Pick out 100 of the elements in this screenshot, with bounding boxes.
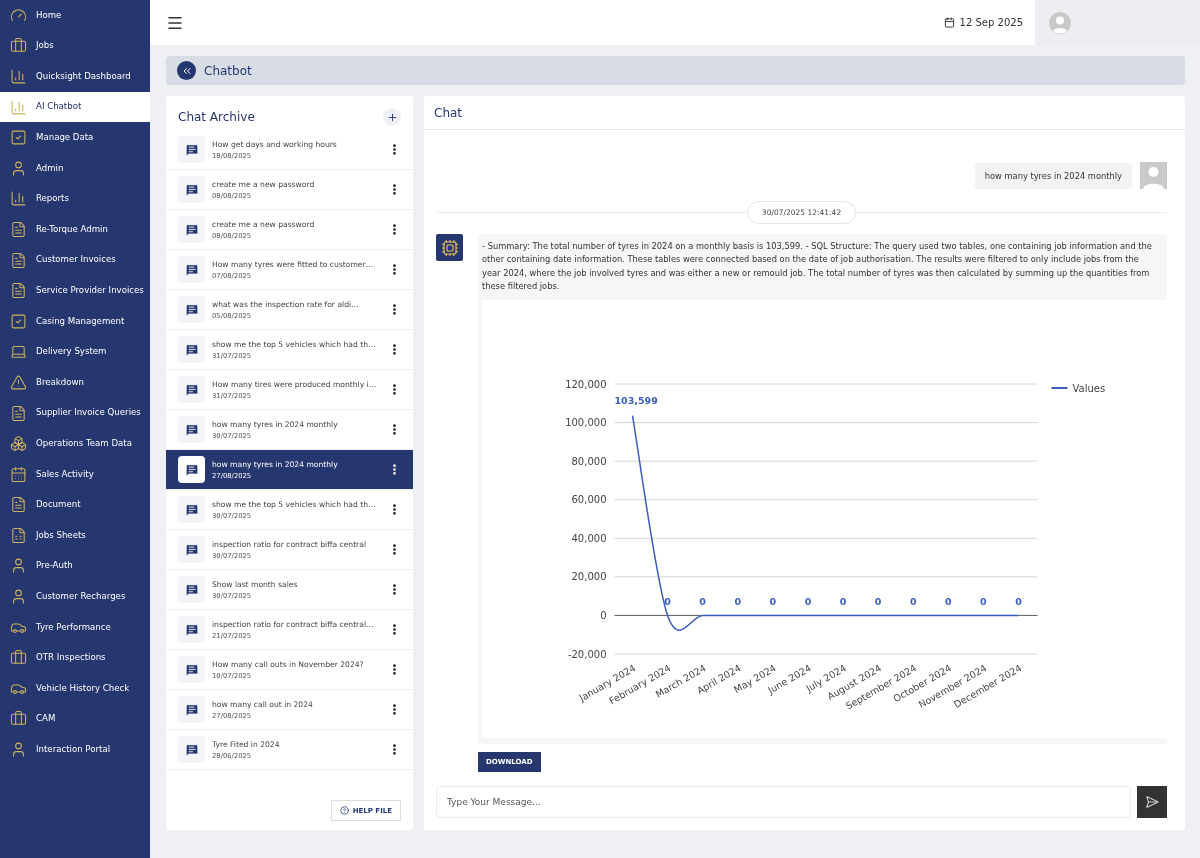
message-icon xyxy=(184,622,199,637)
data-label: 0 xyxy=(699,596,706,608)
sidebar-item[interactable]: Supplier Invoice Queries xyxy=(0,397,150,429)
message-icon xyxy=(184,302,199,317)
sidebar-item[interactable]: Pre-Auth xyxy=(0,550,150,582)
message-icon xyxy=(184,742,199,757)
sidebar-item[interactable]: Service Provider Invoices xyxy=(0,275,150,306)
sidebar-item[interactable]: Jobs Sheets xyxy=(0,520,150,551)
axis-label: 0 xyxy=(600,609,607,621)
message-icon xyxy=(184,142,199,157)
data-label: 0 xyxy=(664,596,671,608)
sidebar-item[interactable]: Jobs xyxy=(0,30,150,62)
sidebar-item[interactable]: AI Chatbot xyxy=(0,91,150,123)
user-icon xyxy=(10,159,27,177)
legend-line xyxy=(1050,386,1069,389)
message-icon xyxy=(184,182,199,197)
panel-title: Chat Archive xyxy=(178,110,255,124)
data-label: 0 xyxy=(734,596,742,608)
laptop-icon xyxy=(10,343,27,361)
page-title: Chatbot xyxy=(204,63,252,78)
axis-label: 120,000 xyxy=(565,378,607,390)
message-input[interactable]: Type Your Message... xyxy=(436,786,1131,818)
message-icon xyxy=(184,382,199,397)
sidebar-item[interactable]: Customer Recharges xyxy=(0,581,150,612)
sidebar-item[interactable]: Home xyxy=(0,0,150,31)
date-text: 12 Sep 2025 xyxy=(959,17,1023,28)
legend-label: Values xyxy=(1072,382,1106,394)
axis-label: 20,000 xyxy=(571,571,607,582)
sidebar-item[interactable]: Delivery System xyxy=(0,336,150,368)
document-icon xyxy=(10,220,27,238)
help-icon xyxy=(339,806,349,815)
sidebar-item[interactable]: Manage Data xyxy=(0,122,150,153)
data-label: 0 xyxy=(1015,596,1022,608)
document-icon xyxy=(10,282,27,300)
checkbox-icon xyxy=(10,129,27,147)
plus-icon xyxy=(386,111,398,123)
bar-chart-icon xyxy=(10,98,27,116)
data-label: 0 xyxy=(874,596,882,608)
data-label: 0 xyxy=(839,596,847,608)
message-icon xyxy=(184,462,199,477)
bar-chart-icon xyxy=(10,190,27,208)
checkbox-icon xyxy=(10,312,27,330)
message-icon xyxy=(184,702,199,717)
sidebar-item[interactable]: Document xyxy=(0,489,150,521)
gauge-icon xyxy=(10,6,27,24)
data-label: 0 xyxy=(804,596,812,608)
sidebar-item[interactable]: OTR Inspections xyxy=(0,642,150,674)
back-button[interactable] xyxy=(177,61,196,80)
sidebar-item[interactable]: Customer Invoices xyxy=(0,244,150,276)
send-button[interactable] xyxy=(1137,786,1167,818)
data-label: 0 xyxy=(980,596,987,608)
message-icon xyxy=(184,222,199,237)
warning-icon xyxy=(10,373,27,391)
message-text: - Summary: The total number of tyres in 2024 on a monthly basis is 103,599. - SQL Structure: The query used two tables, one containing job information and the other containing date information. These tables were connected based on the date of job authorisation. The results were filtered to only include jobs from the year 2024, where the job involved tyres and was either a new or remould job. The total number of tyres was then calculated by summing up the quantities from these filtered jobs. xyxy=(482,240,1153,294)
sidebar-item[interactable]: Vehicle History Check xyxy=(0,673,150,704)
calendar-icon xyxy=(10,465,27,483)
sidebar-item[interactable]: Breakdown xyxy=(0,367,150,398)
spreadsheet-icon xyxy=(10,526,27,544)
user-icon xyxy=(10,557,27,575)
document-icon xyxy=(10,251,27,269)
bar-chart-icon xyxy=(10,68,27,85)
message-icon xyxy=(184,582,199,597)
message-icon xyxy=(184,342,199,357)
panel-title: Chat xyxy=(434,105,463,120)
data-label: 0 xyxy=(945,596,952,608)
axis-label: 80,000 xyxy=(571,455,607,467)
user-message: how many tyres in 2024 monthly xyxy=(974,162,1132,189)
avatar-icon xyxy=(1140,162,1167,189)
axis-label: 100,000 xyxy=(565,416,607,428)
boxes-icon xyxy=(10,435,27,453)
data-label: 103,599 xyxy=(614,394,658,406)
sidebar-item[interactable]: Quicksight Dashboard xyxy=(0,61,150,92)
document-icon xyxy=(10,404,27,422)
user-icon xyxy=(10,741,27,759)
sidebar-item[interactable]: Tyre Performance xyxy=(0,611,150,643)
briefcase-icon xyxy=(10,649,27,667)
message-icon xyxy=(184,422,199,437)
sidebar-item[interactable]: Casing Management xyxy=(0,305,150,337)
message-icon xyxy=(184,502,199,517)
axis-label: 60,000 xyxy=(571,493,607,505)
document-icon xyxy=(10,496,27,514)
data-label: 0 xyxy=(769,596,777,608)
sidebar-item[interactable]: Interaction Portal xyxy=(0,734,150,765)
user-icon xyxy=(10,588,27,606)
message-icon xyxy=(184,662,199,677)
send-icon xyxy=(1145,795,1159,809)
axis-label: -20,000 xyxy=(567,648,607,660)
briefcase-icon xyxy=(10,710,27,728)
message-icon xyxy=(184,262,199,277)
sidebar-item[interactable]: CAM xyxy=(0,703,150,735)
axis-label: 40,000 xyxy=(571,532,607,544)
sidebar-item[interactable]: Operations Team Data xyxy=(0,428,150,459)
sidebar-item[interactable]: Admin xyxy=(0,152,150,184)
new-chat-button[interactable] xyxy=(383,108,401,126)
sidebar-item[interactable]: Reports xyxy=(0,183,150,215)
sidebar-item[interactable]: Re-Torque Admin xyxy=(0,214,150,245)
message-icon xyxy=(184,542,199,557)
sidebar-item[interactable]: Sales Activity xyxy=(0,458,150,490)
briefcase-icon xyxy=(10,37,27,55)
avatar-icon xyxy=(1049,11,1071,34)
